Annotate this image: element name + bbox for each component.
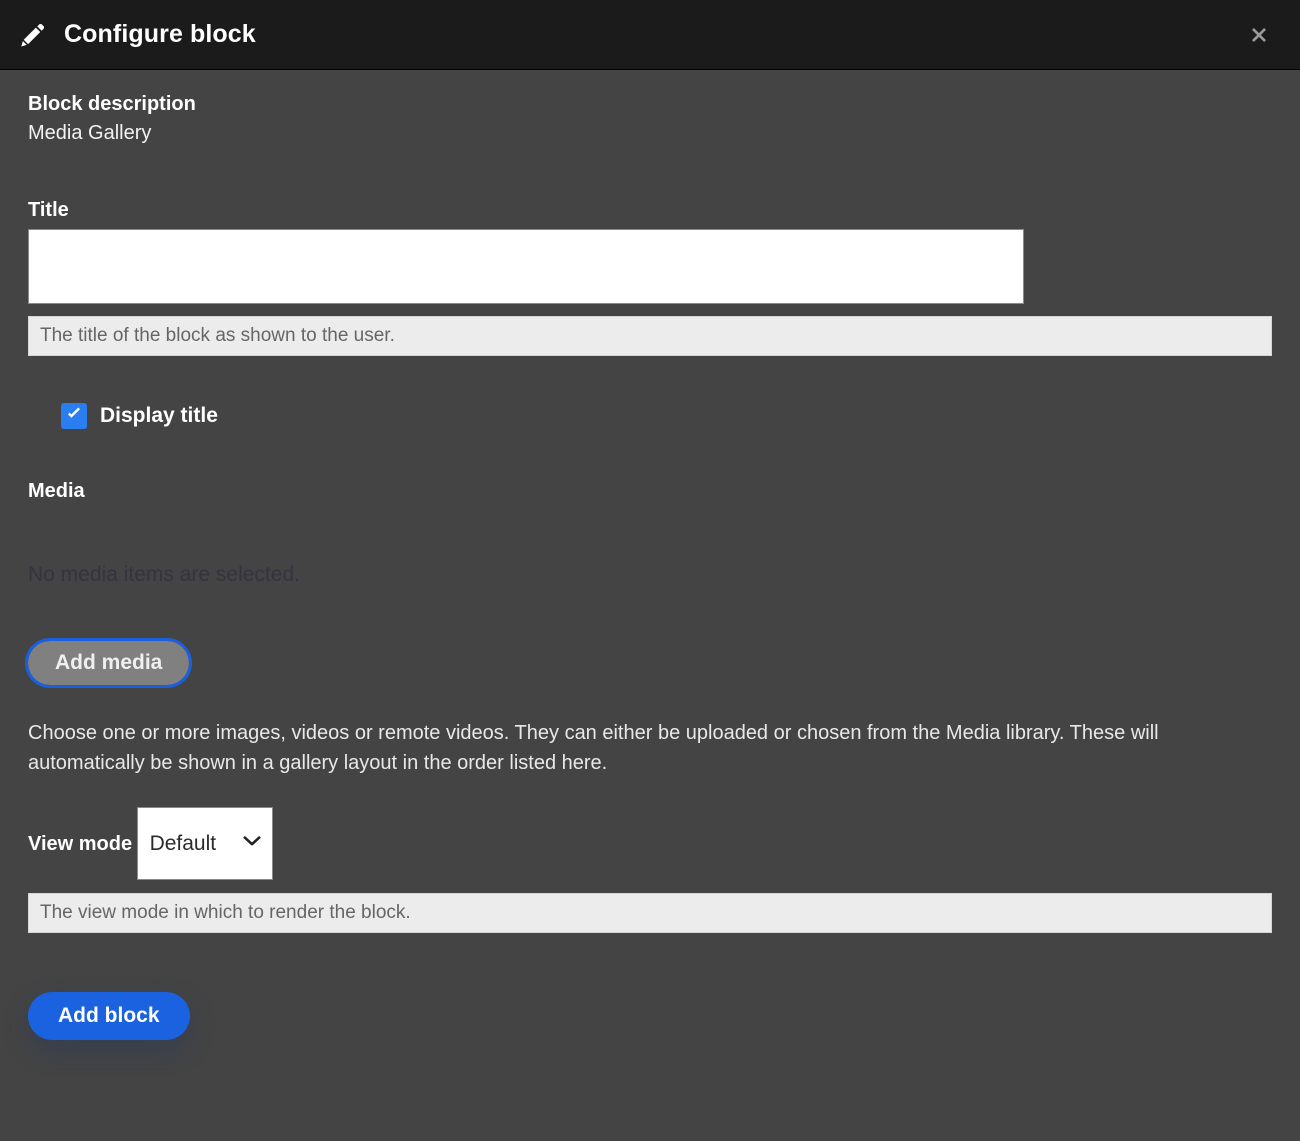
view-mode-label: View mode <box>28 833 133 856</box>
view-mode-group: View mode Default The view mode in which… <box>28 801 1272 934</box>
close-button[interactable] <box>1238 14 1280 56</box>
dialog-header: Configure block <box>0 0 1300 70</box>
block-description-group: Block description Media Gallery <box>28 70 1272 148</box>
media-label: Media <box>28 480 85 502</box>
page-title: Configure block <box>64 20 256 48</box>
block-description-value: Media Gallery <box>28 122 152 144</box>
dialog-body: Block description Media Gallery Title Th… <box>0 70 1300 1041</box>
check-icon <box>65 405 83 428</box>
block-description-label: Block description <box>28 93 196 115</box>
display-title-checkbox[interactable] <box>61 403 87 429</box>
title-input[interactable] <box>28 229 1024 304</box>
title-label: Title <box>28 199 69 221</box>
title-field-group: Title The title of the block as shown to… <box>28 198 1272 356</box>
media-empty-text: No media items are selected. <box>28 563 300 586</box>
view-mode-select[interactable]: Default <box>136 807 273 881</box>
pencil-icon <box>18 20 48 50</box>
media-help-text: Choose one or more images, videos or rem… <box>28 722 1159 775</box>
media-group: Media No media items are selected. Add m… <box>24 479 1272 778</box>
title-description: The title of the block as shown to the u… <box>28 316 1272 356</box>
display-title-label[interactable]: Display title <box>100 404 218 428</box>
add-media-button[interactable]: Add media <box>24 638 193 689</box>
view-mode-select-wrap: Default <box>136 807 273 881</box>
close-icon <box>1245 21 1273 49</box>
display-title-row[interactable]: Display title <box>28 403 1272 429</box>
add-block-button[interactable]: Add block <box>28 992 190 1041</box>
view-mode-description: The view mode in which to render the blo… <box>28 893 1272 934</box>
